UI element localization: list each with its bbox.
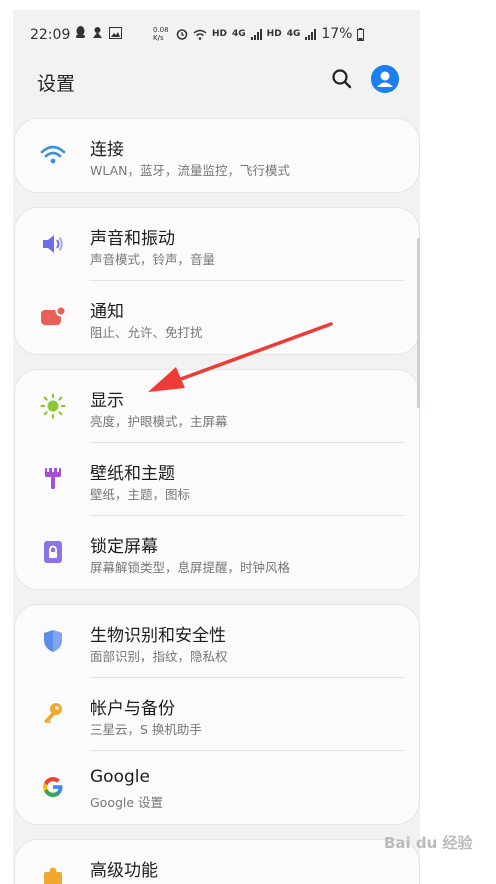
account-avatar-icon[interactable] (371, 65, 399, 93)
item-title: 显示 (90, 391, 124, 411)
item-title: 高级功能 (90, 861, 158, 881)
settings-item-google[interactable]: Google Google 设置 (15, 751, 419, 824)
item-subtitle: 面部识别，指纹，隐私权 (90, 649, 228, 664)
signal-icon (250, 28, 262, 40)
item-subtitle: 亮度，护眼模式，主屏幕 (90, 414, 228, 429)
search-icon[interactable] (331, 68, 353, 90)
google-icon (39, 773, 67, 801)
settings-item-display[interactable]: 显示 亮度，护眼模式，主屏幕 (15, 370, 419, 443)
shield-icon (39, 627, 67, 655)
item-subtitle: 阻止、允许、免打扰 (90, 325, 203, 340)
item-title: 生物识别和安全性 (90, 626, 226, 646)
settings-card-display: 显示 亮度，护眼模式，主屏幕 壁纸和主题 壁纸，主题，图标 锁定屏幕 屏幕解锁类… (14, 369, 420, 590)
settings-item-connections[interactable]: 连接 WLAN，蓝牙，流量监控，飞行模式 (15, 119, 419, 192)
network-label-1: HD (212, 29, 228, 39)
settings-item-wallpaper[interactable]: 壁纸和主题 壁纸，主题，图标 (15, 443, 419, 516)
network-label-3: HD (266, 29, 282, 39)
item-title: 连接 (90, 140, 124, 160)
item-subtitle: 壁纸，主题，图标 (90, 487, 191, 502)
item-title: 壁纸和主题 (90, 464, 175, 484)
settings-item-sound[interactable]: 声音和振动 声音模式，铃声，音量 (15, 208, 419, 281)
settings-item-accounts[interactable]: 帐户与备份 三星云，S 换机助手 (15, 678, 419, 751)
item-subtitle: Google 设置 (90, 795, 164, 810)
puzzle-icon (39, 862, 67, 884)
item-title: 通知 (90, 302, 124, 322)
notification-icon (39, 303, 67, 331)
item-title: Google (90, 767, 150, 787)
brush-icon (39, 465, 67, 493)
wifi-icon (39, 141, 67, 169)
settings-card-advanced: 高级功能 (14, 839, 420, 884)
settings-item-lockscreen[interactable]: 锁定屏幕 屏幕解锁类型，息屏提醒，时钟风格 (15, 516, 419, 589)
item-subtitle: WLAN，蓝牙，流量监控，飞行模式 (90, 163, 291, 178)
watermark-text: Bai du 经验 (384, 834, 473, 852)
scrollbar[interactable] (417, 238, 420, 408)
item-subtitle: 屏幕解锁类型，息屏提醒，时钟风格 (90, 560, 291, 575)
item-subtitle: 声音模式，铃声，音量 (90, 252, 216, 267)
item-title: 帐户与备份 (90, 699, 175, 719)
page-title: 设置 (37, 73, 76, 95)
status-notification-icons (75, 26, 122, 39)
net-speed: 0.08 K/s (153, 26, 169, 42)
network-label-4: 4G (286, 29, 301, 39)
settings-item-biometrics[interactable]: 生物识别和安全性 面部识别，指纹，隐私权 (15, 605, 419, 678)
wifi-status-icon (193, 29, 207, 40)
key-icon (39, 700, 67, 728)
volume-icon (39, 230, 67, 258)
status-system-icons: 0.08 K/s HD 4G HD 4G 17% (153, 26, 365, 42)
alarm-icon (176, 29, 188, 40)
settings-card-connections: 连接 WLAN，蓝牙，流量监控，飞行模式 (14, 118, 420, 193)
item-title: 锁定屏幕 (90, 537, 158, 557)
qq-icon (76, 26, 85, 38)
settings-card-sound: 声音和振动 声音模式，铃声，音量 通知 阻止、允许、免打扰 (14, 207, 420, 355)
settings-item-advanced[interactable]: 高级功能 (15, 840, 419, 884)
settings-item-notifications[interactable]: 通知 阻止、允许、免打扰 (15, 281, 419, 354)
status-time: 22:09 (30, 27, 71, 43)
network-label-2: 4G (232, 29, 246, 39)
brightness-icon (39, 392, 67, 420)
battery-icon (357, 27, 365, 41)
item-subtitle: 三星云，S 换机助手 (90, 722, 202, 737)
phone-screen: 22:09 0.08 K/s HD 4G HD 4G 17% 设置 连接 WLA… (13, 10, 420, 884)
settings-card-security: 生物识别和安全性 面部识别，指纹，隐私权 帐户与备份 三星云，S 换机助手 Go… (14, 604, 420, 825)
status-bar: 22:09 0.08 K/s HD 4G HD 4G 17% (13, 10, 420, 58)
battery-percent: 17% (321, 26, 353, 42)
lock-icon (39, 538, 67, 566)
item-title: 声音和振动 (90, 229, 175, 249)
signal-icon-2 (305, 28, 317, 40)
image-icon (109, 26, 122, 39)
app-icon (93, 27, 102, 38)
